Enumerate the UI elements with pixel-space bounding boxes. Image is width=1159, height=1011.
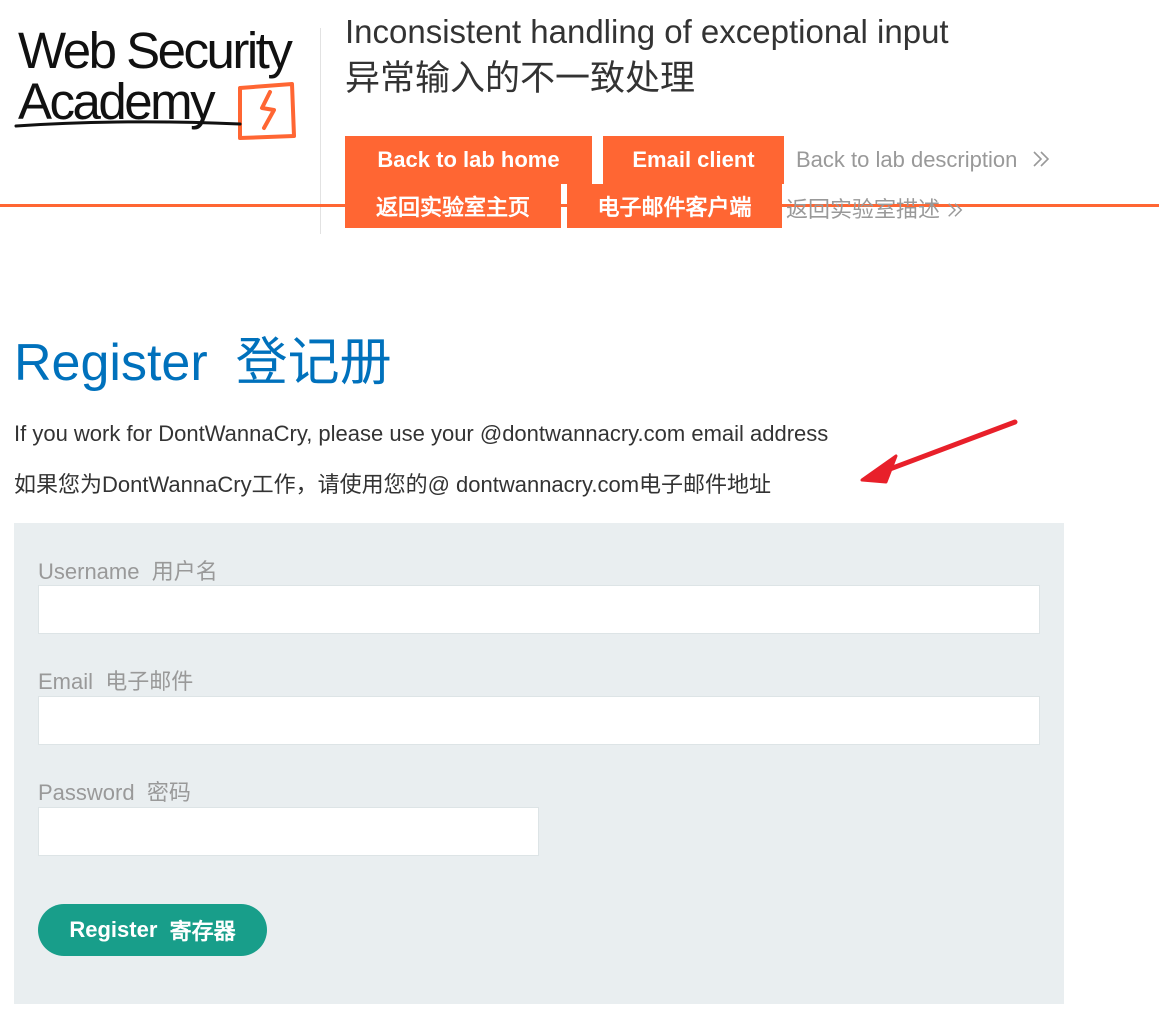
email-label-cn: 电子邮件 [105, 669, 194, 694]
register-button[interactable]: Register 寄存器 [38, 904, 267, 956]
username-label-en: Username [38, 559, 140, 584]
intro-text-cn: 如果您为DontWannaCry工作，请使用您的@ dontwannacry.c… [14, 472, 772, 497]
page-title-cn: 登记册 [235, 334, 392, 392]
back-to-lab-home-button-cn[interactable]: 返回实验室主页 [345, 184, 561, 228]
register-button-label: Register [69, 917, 158, 942]
intro-text: If you work for DontWannaCry, please use… [14, 421, 829, 446]
back-to-lab-description-label-cn: 返回实验室描述 [786, 197, 941, 222]
back-to-lab-description-link-cn[interactable]: 返回实验室描述 [786, 192, 964, 224]
lab-title: Inconsistent handling of exceptional inp… [345, 13, 949, 50]
logo-underline-swoosh [14, 120, 242, 128]
logo-text-line1: Web Security [18, 22, 293, 79]
email-label-en: Email [38, 669, 94, 694]
back-to-lab-description-link[interactable]: Back to lab description [796, 147, 1051, 173]
web-security-academy-logo[interactable]: Web Security Academy [14, 20, 314, 140]
password-label: Password 密码 [38, 775, 191, 807]
email-input[interactable] [38, 696, 1040, 745]
back-to-lab-description-label: Back to lab description [796, 147, 1018, 172]
logo-bolt-icon [238, 82, 296, 140]
lab-title-cn: 异常输入的不一致处理 [345, 59, 696, 98]
double-chevron-right-icon [1033, 151, 1050, 167]
double-chevron-right-icon [948, 203, 963, 217]
register-button-label-cn: 寄存器 [169, 919, 236, 944]
username-label: Username 用户名 [38, 554, 218, 586]
page-title-en: Register [14, 334, 208, 392]
username-label-cn: 用户名 [151, 559, 218, 584]
password-input[interactable] [38, 807, 539, 856]
back-to-lab-home-button[interactable]: Back to lab home [345, 136, 592, 184]
password-label-en: Password [38, 780, 135, 805]
email-client-button-cn[interactable]: 电子邮件客户端 [567, 184, 782, 228]
email-label: Email 电子邮件 [38, 664, 193, 696]
username-input[interactable] [38, 585, 1040, 634]
email-client-button[interactable]: Email client [603, 136, 784, 184]
password-label-cn: 密码 [146, 780, 191, 805]
red-arrow-icon [860, 419, 1018, 484]
page-title: Register 登记册 [14, 332, 392, 394]
